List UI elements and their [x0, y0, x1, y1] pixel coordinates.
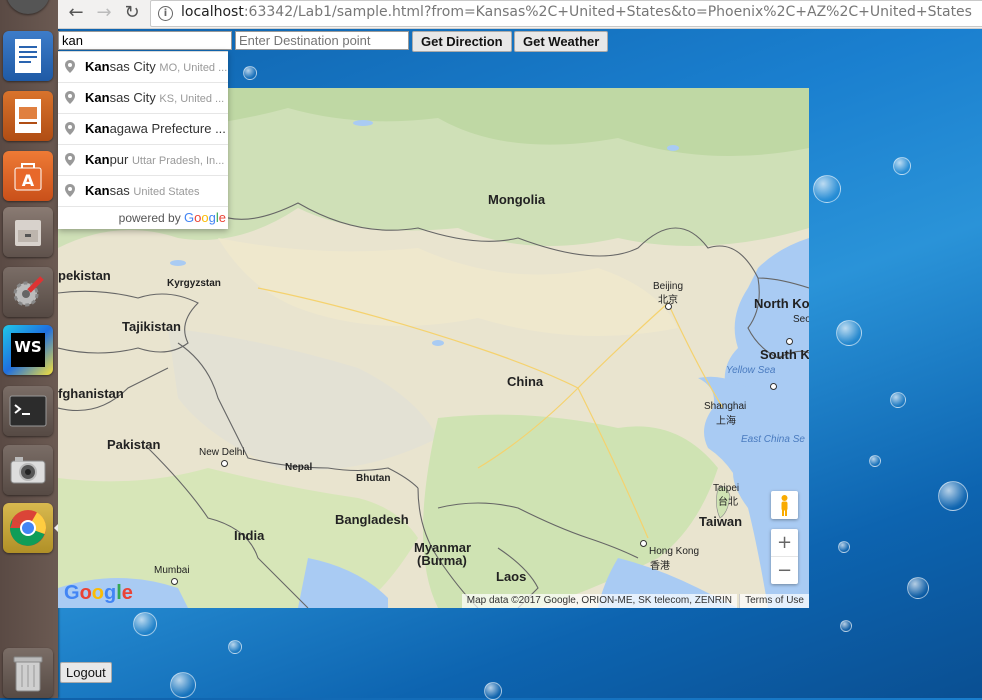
autocomplete-secondary: United States: [133, 186, 200, 198]
map-label-shanghai: Shanghai: [704, 401, 747, 412]
webstorm-text: WS: [11, 333, 45, 367]
map-label-bangladesh: Bangladesh: [335, 512, 409, 527]
autocomplete-item[interactable]: Kansas City KS, United ...: [58, 83, 228, 114]
autocomplete-match: Kan: [85, 152, 110, 167]
autocomplete-secondary: KS, United ...: [159, 93, 225, 105]
source-input[interactable]: [58, 31, 232, 50]
google-wordmark: Google: [184, 210, 226, 225]
address-bar[interactable]: i localhost:63342/Lab1/sample.html?from=…: [150, 0, 982, 27]
autocomplete-item[interactable]: Kanagawa Prefecture ...: [58, 114, 228, 145]
zoom-control: + −: [771, 529, 798, 584]
trash-icon[interactable]: [3, 648, 53, 698]
map-label-south-korea: South K: [760, 347, 809, 362]
map-label-north-korea: North Ko: [754, 296, 809, 311]
map-label-beijing-cn: 北京: [658, 295, 678, 306]
autocomplete-rest: agawa Prefecture ...: [109, 121, 226, 136]
map-attribution: Map data ©2017 Google, ORION-ME, SK tele…: [461, 594, 737, 608]
autocomplete-secondary: Uttar Pradesh, In...: [131, 155, 225, 167]
camera-icon[interactable]: [3, 445, 53, 495]
webstorm-icon[interactable]: WS: [3, 325, 53, 375]
seoul-dot: [786, 338, 793, 345]
pegman-icon: [781, 495, 788, 516]
autocomplete-dropdown: Kansas City MO, United ... Kansas City KS…: [58, 51, 228, 229]
writer-icon[interactable]: [3, 31, 53, 81]
map-label-yellow-sea: Yellow Sea: [726, 365, 776, 376]
map-label-china: China: [507, 374, 544, 389]
autocomplete-rest: sas: [109, 183, 130, 198]
software-center-icon[interactable]: A: [3, 151, 53, 201]
map-label-hong-kong: Hong Kong: [649, 546, 700, 557]
map-label-burma: (Burma): [417, 553, 467, 568]
zoom-out-button[interactable]: −: [771, 557, 798, 584]
autocomplete-rest: sas City: [109, 59, 156, 74]
browser-toolbar: ← → ↻ i localhost:63342/Lab1/sample.html…: [58, 0, 982, 29]
map-label-taipei-cn: 台北: [718, 497, 738, 508]
map-label-taiwan: Taiwan: [699, 514, 743, 529]
impress-icon[interactable]: [3, 91, 53, 141]
autocomplete-match: Kan: [85, 59, 110, 74]
map-label-afghanistan: fghanistan: [58, 386, 124, 401]
map-label-shanghai-cn: 上海: [716, 416, 736, 427]
logout-button[interactable]: Logout: [60, 662, 112, 683]
map-label-india: India: [234, 528, 265, 543]
chrome-icon[interactable]: [3, 503, 53, 553]
map-label-bhutan: Bhutan: [356, 473, 391, 484]
get-direction-button[interactable]: Get Direction: [412, 31, 512, 52]
mumbai-dot: [171, 578, 178, 585]
autocomplete-item[interactable]: Kanpur Uttar Pradesh, In...: [58, 145, 228, 176]
powered-by-text: powered by: [118, 211, 181, 225]
map-label-uzbekistan: pekistan: [58, 268, 111, 283]
url-text: localhost:63342/Lab1/sample.html?from=Ka…: [181, 4, 972, 20]
reload-button[interactable]: ↻: [120, 2, 144, 24]
files-icon[interactable]: [3, 207, 53, 257]
map-label-mumbai: Mumbai: [154, 565, 190, 576]
map-label-mongolia: Mongolia: [488, 192, 546, 207]
map-label-nepal: Nepal: [285, 462, 313, 473]
svg-text:A: A: [22, 171, 35, 190]
zoom-in-button[interactable]: +: [771, 529, 798, 557]
destination-input[interactable]: [235, 31, 409, 50]
map-label-laos: Laos: [496, 569, 527, 584]
google-logo: Google: [64, 582, 133, 604]
settings-icon[interactable]: [3, 267, 53, 317]
map-label-kyrgyzstan: Kyrgyzstan: [167, 278, 221, 289]
map-label-hong-kong-cn: 香港: [650, 561, 670, 572]
autocomplete-rest: pur: [109, 152, 129, 167]
dash-button[interactable]: [6, 0, 50, 14]
info-icon[interactable]: i: [158, 6, 173, 21]
url-path: :63342/Lab1/sample.html?from=Kansas%2C+U…: [243, 4, 972, 20]
unity-launcher: A WS: [0, 0, 59, 698]
autocomplete-item[interactable]: Kansas United States: [58, 176, 228, 207]
forward-button[interactable]: →: [92, 2, 116, 24]
autocomplete-item[interactable]: Kansas City MO, United ...: [58, 52, 228, 83]
map-label-east-china-sea: East China Se: [741, 434, 805, 445]
map-label-pakistan: Pakistan: [107, 437, 161, 452]
new-delhi-dot: [221, 460, 228, 467]
shanghai-dot: [770, 383, 777, 390]
location-pin-icon: [65, 153, 75, 166]
map-label-new-delhi: New Delhi: [199, 447, 245, 458]
hong-kong-dot: [640, 540, 647, 547]
get-weather-button[interactable]: Get Weather: [514, 31, 609, 52]
street-view-pegman-button[interactable]: [771, 491, 798, 519]
location-pin-icon: [65, 184, 75, 197]
back-button[interactable]: ←: [64, 2, 88, 24]
autocomplete-match: Kan: [85, 90, 110, 105]
map-label-tajikistan: Tajikistan: [122, 319, 182, 334]
location-pin-icon: [65, 60, 75, 73]
terms-of-use-link[interactable]: Terms of Use: [739, 594, 809, 608]
powered-by-google: powered by Google: [58, 207, 228, 229]
map-label-seoul: Seo: [793, 314, 809, 325]
location-pin-icon: [65, 91, 75, 104]
autocomplete-match: Kan: [85, 183, 110, 198]
url-host: localhost: [181, 4, 244, 20]
autocomplete-secondary: MO, United ...: [159, 62, 228, 74]
location-pin-icon: [65, 122, 75, 135]
page-content: Mongolia Kyrgyzstan pekistan Tajikistan …: [58, 29, 982, 698]
autocomplete-rest: sas City: [109, 90, 156, 105]
autocomplete-match: Kan: [85, 121, 110, 136]
terminal-icon[interactable]: [3, 386, 53, 436]
